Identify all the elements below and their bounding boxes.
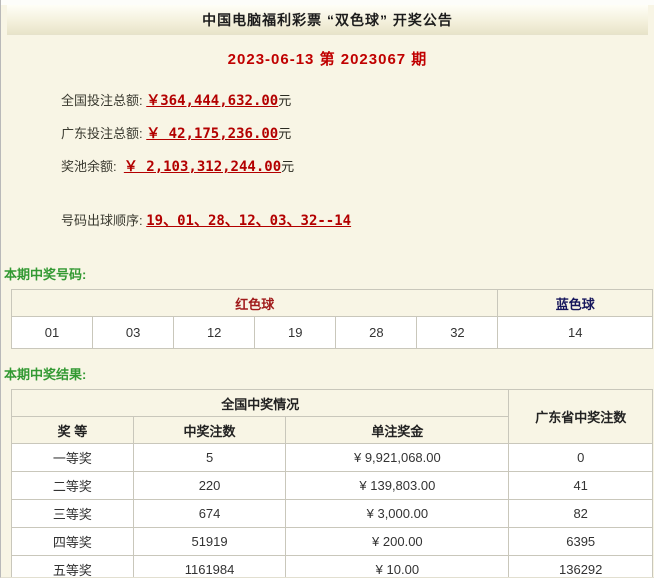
guangdong-results-header: 广东省中奖注数 (509, 390, 653, 444)
winner-count: 51919 (133, 528, 286, 556)
ball-order-label: 号码出球顺序: (61, 213, 146, 228)
prize-amount: ¥ 10.00 (286, 556, 509, 578)
guangdong-total-suffix: 元 (278, 126, 291, 141)
winner-count: 674 (133, 500, 286, 528)
gd-winner-count: 82 (509, 500, 653, 528)
table-row: 一等奖 5 ¥ 9,921,068.00 0 (12, 444, 653, 472)
prize-tier: 二等奖 (12, 472, 134, 500)
red-ball-3: 12 (174, 317, 255, 349)
prize-results-table: 全国中奖情况 广东省中奖注数 奖 等 中奖注数 单注奖金 一等奖 5 ¥ 9,9… (11, 389, 653, 578)
page-header-bar: 中国电脑福利彩票 “双色球” 开奖公告 (7, 5, 648, 35)
prize-tier: 三等奖 (12, 500, 134, 528)
guangdong-total-value: ￥ 42,175,236.00 (146, 126, 278, 142)
red-ball-2: 03 (93, 317, 174, 349)
winning-numbers-table: 红色球 蓝色球 01 03 12 19 28 32 14 (11, 289, 653, 349)
guangdong-total-line: 广东投注总额: ￥ 42,175,236.00元 (61, 123, 654, 143)
prize-tier: 一等奖 (12, 444, 134, 472)
prize-pool-value: ￥ 2,103,312,244.00 (124, 159, 281, 175)
gd-winner-count: 6395 (509, 528, 653, 556)
prize-pool-line: 奖池余额: ￥ 2,103,312,244.00元 (61, 156, 654, 176)
red-ball-6: 32 (417, 317, 498, 349)
prize-amount: ¥ 3,000.00 (286, 500, 509, 528)
announcement-page: 中国电脑福利彩票 “双色球” 开奖公告 2023-06-13 第 2023067… (0, 0, 654, 578)
blue-ball-header: 蓝色球 (498, 290, 653, 317)
table-row: 三等奖 674 ¥ 3,000.00 82 (12, 500, 653, 528)
red-ball-1: 01 (12, 317, 93, 349)
table-row: 五等奖 1161984 ¥ 10.00 136292 (12, 556, 653, 578)
red-ball-4: 19 (255, 317, 336, 349)
winning-numbers-section-title: 本期中奖号码: (4, 264, 654, 283)
column-header-winner-count: 中奖注数 (133, 417, 286, 444)
gd-winner-count: 41 (509, 472, 653, 500)
column-header-prize-amount: 单注奖金 (286, 417, 509, 444)
red-ball-header: 红色球 (12, 290, 498, 317)
national-results-header: 全国中奖情况 (12, 390, 509, 417)
prize-pool-label: 奖池余额: (61, 159, 124, 174)
prize-amount: ¥ 9,921,068.00 (286, 444, 509, 472)
prize-amount: ¥ 139,803.00 (286, 472, 509, 500)
red-ball-5: 28 (336, 317, 417, 349)
ball-order-line: 号码出球顺序: 19、01、28、12、03、32--14 (61, 210, 654, 230)
results-section-title: 本期中奖结果: (4, 364, 654, 383)
column-header-prize-tier: 奖 等 (12, 417, 134, 444)
page-title: 中国电脑福利彩票 “双色球” 开奖公告 (202, 10, 453, 30)
national-total-line: 全国投注总额: ￥364,444,632.00元 (61, 90, 654, 110)
prize-amount: ¥ 200.00 (286, 528, 509, 556)
gd-winner-count: 136292 (509, 556, 653, 578)
gd-winner-count: 0 (509, 444, 653, 472)
winner-count: 220 (133, 472, 286, 500)
winner-count: 1161984 (133, 556, 286, 578)
table-row: 四等奖 51919 ¥ 200.00 6395 (12, 528, 653, 556)
blue-ball: 14 (498, 317, 653, 349)
guangdong-total-label: 广东投注总额: (61, 126, 146, 141)
winner-count: 5 (133, 444, 286, 472)
national-total-value: ￥364,444,632.00 (146, 93, 278, 109)
ball-order-value: 19、01、28、12、03、32--14 (146, 213, 351, 229)
draw-period-title: 2023-06-13 第 2023067 期 (1, 48, 654, 69)
national-total-suffix: 元 (278, 93, 291, 108)
prize-pool-suffix: 元 (281, 159, 294, 174)
national-total-label: 全国投注总额: (61, 93, 146, 108)
betting-stats: 全国投注总额: ￥364,444,632.00元 广东投注总额: ￥ 42,17… (61, 90, 654, 176)
prize-tier: 五等奖 (12, 556, 134, 578)
prize-tier: 四等奖 (12, 528, 134, 556)
table-row: 二等奖 220 ¥ 139,803.00 41 (12, 472, 653, 500)
